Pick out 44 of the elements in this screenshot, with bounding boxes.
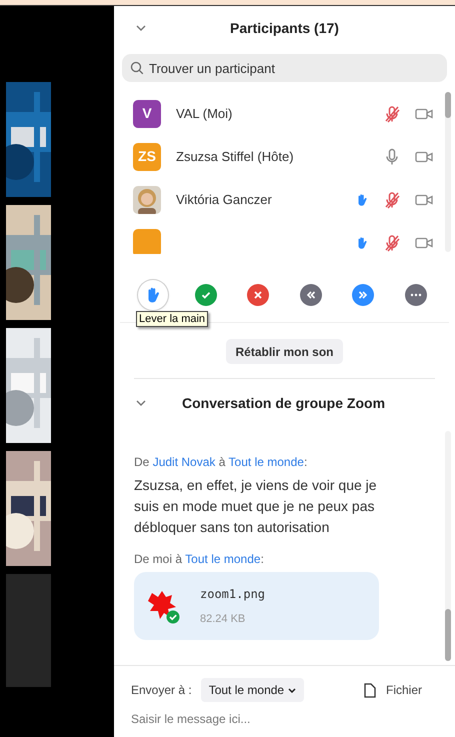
avatar: ZS (133, 142, 161, 170)
close-icon (253, 290, 264, 300)
file-size: 82.24 KB (200, 612, 246, 627)
tooltip: Lever la main (136, 311, 208, 327)
participant-row[interactable]: Viktória Ganczer (114, 178, 455, 221)
microphone-icon[interactable] (384, 148, 400, 166)
search-icon (130, 61, 144, 75)
message-header: De Judit Novak à Tout le monde: (134, 454, 308, 471)
collapse-chevron-icon[interactable] (136, 400, 146, 406)
avatar: V (133, 100, 161, 128)
file-icon (364, 682, 376, 698)
muted-microphone-icon[interactable] (384, 234, 400, 252)
video-camera-icon[interactable] (415, 150, 433, 162)
message-input[interactable]: Saisir le message ici... (131, 708, 438, 730)
caret-icon (288, 688, 296, 692)
unmute-button[interactable]: Rétablir mon son (226, 339, 342, 364)
participant-name: Viktória Ganczer (176, 190, 273, 209)
video-camera-icon[interactable] (415, 194, 433, 206)
participant-name: VAL (Moi) (176, 104, 234, 123)
muted-microphone-icon[interactable] (384, 104, 400, 122)
panel-title: Participants (17) (229, 18, 340, 38)
scrollbar-thumb[interactable] (445, 609, 451, 661)
participant-row[interactable]: V VAL (Moi) (114, 92, 455, 135)
double-chevron-left-icon (304, 289, 317, 301)
file-card[interactable]: zoom1.png 82.24 KB (134, 572, 379, 640)
raise-hand-button[interactable] (138, 280, 168, 310)
video-camera-icon[interactable] (415, 108, 433, 120)
file-name: zoom1.png (200, 586, 266, 603)
message-header: De moi à Tout le monde: (134, 551, 265, 568)
ellipsis-icon (410, 293, 422, 297)
search-field[interactable]: Trouver un participant (122, 54, 447, 82)
double-chevron-right-icon (357, 289, 370, 301)
checkmark-icon (200, 289, 212, 301)
participant-row[interactable]: ZS Zsuzsa Stiffel (Hôte) (114, 135, 455, 178)
participant-name: Zsuzsa Stiffel (Hôte) (176, 148, 295, 166)
video-camera-icon[interactable] (415, 236, 433, 248)
collapse-chevron-icon[interactable] (136, 25, 146, 31)
message-text: Zsuzsa, en effet, je viens de voir que je suis en mode muet que je ne peux pas débloquer sans ton autorisation (134, 476, 378, 537)
file-button[interactable]: Fichier (364, 681, 438, 699)
recipient-dropdown[interactable]: Tout le monde (200, 678, 304, 702)
send-to-label: Envoyer à : (131, 682, 192, 699)
muted-microphone-icon[interactable] (384, 190, 400, 208)
chat-title: Conversation de groupe Zoom (182, 394, 386, 413)
scrollbar-thumb[interactable] (445, 92, 451, 118)
